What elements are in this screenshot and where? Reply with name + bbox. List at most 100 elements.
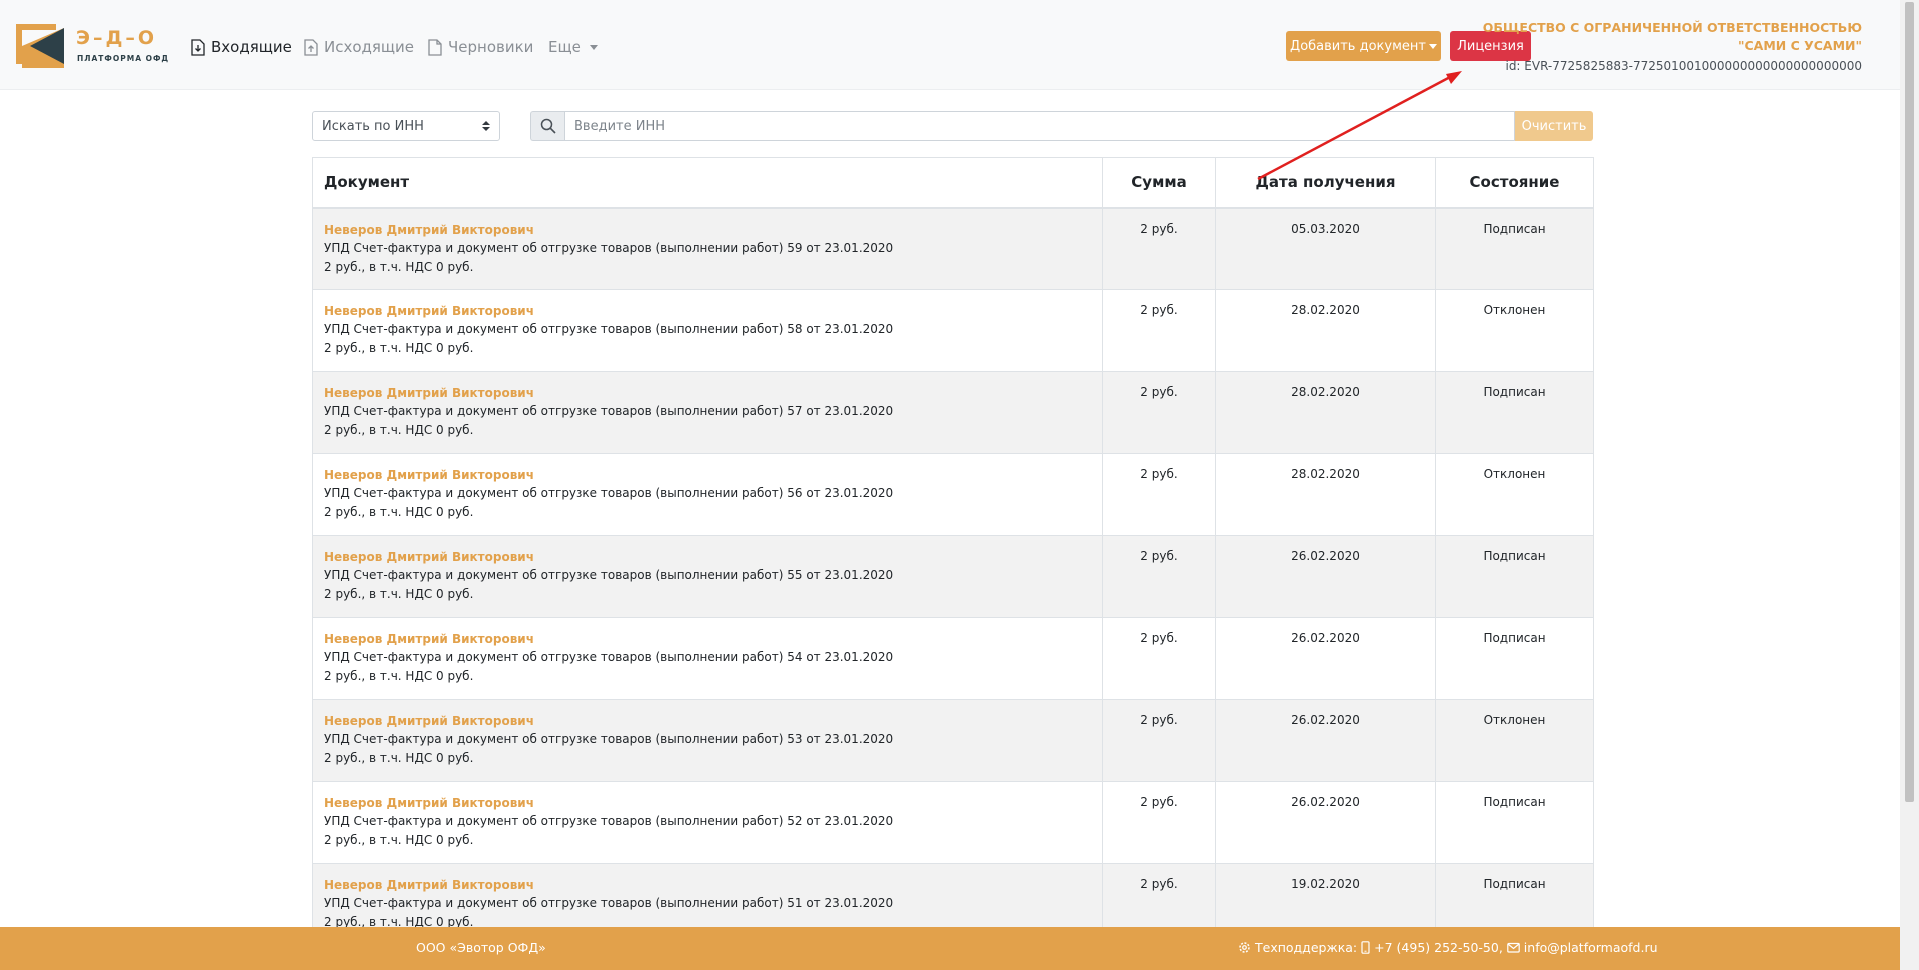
document-cell: Неверов Дмитрий Викторович УПД Счет-факт…: [312, 699, 1103, 782]
document-author-link[interactable]: Неверов Дмитрий Викторович: [324, 303, 1091, 320]
column-header-sum[interactable]: Сумма: [1102, 157, 1216, 209]
status-cell: Подписан: [1435, 617, 1594, 700]
document-amount: 2 руб., в т.ч. НДС 0 руб.: [324, 587, 474, 601]
status-cell: Отклонен: [1435, 699, 1594, 782]
logo-subtitle: ПЛАТФОРМА ОФД: [77, 54, 170, 63]
support-phone-link[interactable]: +7 (495) 252-50-50,: [1374, 940, 1503, 955]
document-amount: 2 руб., в т.ч. НДС 0 руб.: [324, 341, 474, 355]
table-row[interactable]: Неверов Дмитрий Викторович УПД Счет-факт…: [312, 535, 1594, 618]
search-mode-value: Искать по ИНН: [322, 118, 424, 134]
sum-cell: 2 руб.: [1102, 289, 1216, 372]
table-row[interactable]: Неверов Дмитрий Викторович УПД Счет-факт…: [312, 207, 1594, 290]
status-cell: Подписан: [1435, 781, 1594, 864]
table-row[interactable]: Неверов Дмитрий Викторович УПД Счет-факт…: [312, 617, 1594, 700]
table-row[interactable]: Неверов Дмитрий Викторович УПД Счет-факт…: [312, 781, 1594, 864]
support-label: Техподдержка:: [1255, 940, 1358, 955]
scrollbar-thumb[interactable]: [1905, 2, 1914, 802]
organization-name-line1: ОБЩЕСТВО С ОГРАНИЧЕННОЙ ОТВЕТСТВЕННОСТЬЮ: [1482, 20, 1862, 35]
logo-title: Э–Д–О: [76, 27, 158, 49]
nav-incoming-label: Входящие: [211, 38, 292, 56]
sum-cell: 2 руб.: [1102, 371, 1216, 454]
status-cell: Отклонен: [1435, 453, 1594, 536]
date-cell: 05.03.2020: [1215, 207, 1436, 290]
document-title: УПД Счет-фактура и документ об отгрузке …: [324, 896, 894, 910]
nav-incoming[interactable]: Входящие: [191, 36, 292, 58]
document-author-link[interactable]: Неверов Дмитрий Викторович: [324, 795, 1091, 812]
table-row[interactable]: Неверов Дмитрий Викторович УПД Счет-факт…: [312, 371, 1594, 454]
table-row[interactable]: Неверов Дмитрий Викторович УПД Счет-факт…: [312, 699, 1594, 782]
incoming-doc-icon: [191, 38, 205, 56]
document-author-link[interactable]: Неверов Дмитрий Викторович: [324, 713, 1091, 730]
top-navbar: Э–Д–О ПЛАТФОРМА ОФД Входящие Исходящие Ч…: [0, 0, 1900, 90]
document-cell: Неверов Дмитрий Викторович УПД Счет-факт…: [312, 617, 1103, 700]
column-header-date[interactable]: Дата получения: [1215, 157, 1436, 209]
document-amount: 2 руб., в т.ч. НДС 0 руб.: [324, 259, 474, 274]
nav-drafts[interactable]: Черновики: [428, 36, 533, 58]
inn-search-input[interactable]: [564, 111, 1515, 141]
sum-cell: 2 руб.: [1102, 781, 1216, 864]
chevron-down-icon: [1428, 43, 1437, 49]
document-author-link[interactable]: Неверов Дмитрий Викторович: [324, 877, 1091, 894]
search-mode-select[interactable]: Искать по ИНН: [312, 111, 500, 141]
footer-contacts: Техподдержка: +7 (495) 252-50-50, info@p…: [1238, 940, 1658, 955]
document-author-link[interactable]: Неверов Дмитрий Викторович: [324, 385, 1091, 402]
support-email-link[interactable]: info@platformaofd.ru: [1524, 940, 1658, 955]
table-row[interactable]: Неверов Дмитрий Викторович УПД Счет-факт…: [312, 453, 1594, 536]
clear-search-button[interactable]: Очистить: [1515, 111, 1593, 141]
outgoing-doc-icon: [304, 38, 318, 56]
date-cell: 28.02.2020: [1215, 371, 1436, 454]
nav-outgoing-label: Исходящие: [324, 38, 415, 56]
page-scrollbar[interactable]: [1900, 0, 1919, 970]
document-amount: 2 руб., в т.ч. НДС 0 руб.: [324, 751, 474, 765]
envelope-icon: [1506, 942, 1520, 953]
document-title: УПД Счет-фактура и документ об отгрузке …: [324, 568, 894, 582]
sum-cell: 2 руб.: [1102, 617, 1216, 700]
column-header-status[interactable]: Состояние: [1435, 157, 1594, 209]
document-cell: Неверов Дмитрий Викторович УПД Счет-факт…: [312, 535, 1103, 618]
draft-doc-icon: [428, 38, 442, 56]
document-author-link[interactable]: Неверов Дмитрий Викторович: [324, 549, 1091, 566]
document-amount: 2 руб., в т.ч. НДС 0 руб.: [324, 669, 474, 683]
document-cell: Неверов Дмитрий Викторович УПД Счет-факт…: [312, 207, 1103, 290]
add-document-button[interactable]: Добавить документ: [1286, 31, 1441, 61]
date-cell: 26.02.2020: [1215, 781, 1436, 864]
status-cell: Подписан: [1435, 535, 1594, 618]
search-icon: [540, 118, 556, 134]
logo-mark-icon: [16, 24, 64, 68]
search-group: Очистить: [530, 111, 1593, 141]
date-cell: 26.02.2020: [1215, 535, 1436, 618]
document-title: УПД Счет-фактура и документ об отгрузке …: [324, 322, 894, 336]
add-document-label: Добавить документ: [1290, 38, 1426, 54]
status-cell: Подписан: [1435, 207, 1594, 290]
document-cell: Неверов Дмитрий Викторович УПД Счет-факт…: [312, 453, 1103, 536]
document-title: УПД Счет-фактура и документ об отгрузке …: [324, 814, 894, 828]
document-cell: Неверов Дмитрий Викторович УПД Счет-факт…: [312, 289, 1103, 372]
document-title: УПД Счет-фактура и документ об отгрузке …: [324, 240, 894, 255]
documents-table: Документ Сумма Дата получения Состояние …: [312, 157, 1594, 946]
nav-more-dropdown[interactable]: Еще: [548, 36, 598, 58]
document-title: УПД Счет-фактура и документ об отгрузке …: [324, 732, 894, 746]
document-title: УПД Счет-фактура и документ об отгрузке …: [324, 404, 894, 418]
document-author-link[interactable]: Неверов Дмитрий Викторович: [324, 631, 1091, 648]
date-cell: 26.02.2020: [1215, 617, 1436, 700]
sum-cell: 2 руб.: [1102, 207, 1216, 290]
column-header-document[interactable]: Документ: [312, 157, 1103, 209]
date-cell: 28.02.2020: [1215, 453, 1436, 536]
footer: ООО «Эвотор ОФД» Техподдержка: +7 (495) …: [0, 927, 1900, 970]
sum-cell: 2 руб.: [1102, 535, 1216, 618]
mobile-phone-icon: [1361, 941, 1370, 954]
nav-drafts-label: Черновики: [448, 38, 534, 56]
brand-logo[interactable]: Э–Д–О ПЛАТФОРМА ОФД: [16, 24, 176, 68]
table-row[interactable]: Неверов Дмитрий Викторович УПД Счет-факт…: [312, 289, 1594, 372]
search-addon: [530, 111, 564, 141]
date-cell: 26.02.2020: [1215, 699, 1436, 782]
document-cell: Неверов Дмитрий Викторович УПД Счет-факт…: [312, 371, 1103, 454]
nav-outgoing[interactable]: Исходящие: [304, 36, 414, 58]
document-author-link[interactable]: Неверов Дмитрий Викторович: [324, 222, 1091, 239]
document-cell: Неверов Дмитрий Викторович УПД Счет-факт…: [312, 781, 1103, 864]
nav-more-label: Еще: [548, 38, 581, 56]
organization-name-line2: "САМИ С УСАМИ": [1737, 38, 1862, 53]
status-cell: Подписан: [1435, 371, 1594, 454]
document-amount: 2 руб., в т.ч. НДС 0 руб.: [324, 833, 474, 847]
document-author-link[interactable]: Неверов Дмитрий Викторович: [324, 467, 1091, 484]
